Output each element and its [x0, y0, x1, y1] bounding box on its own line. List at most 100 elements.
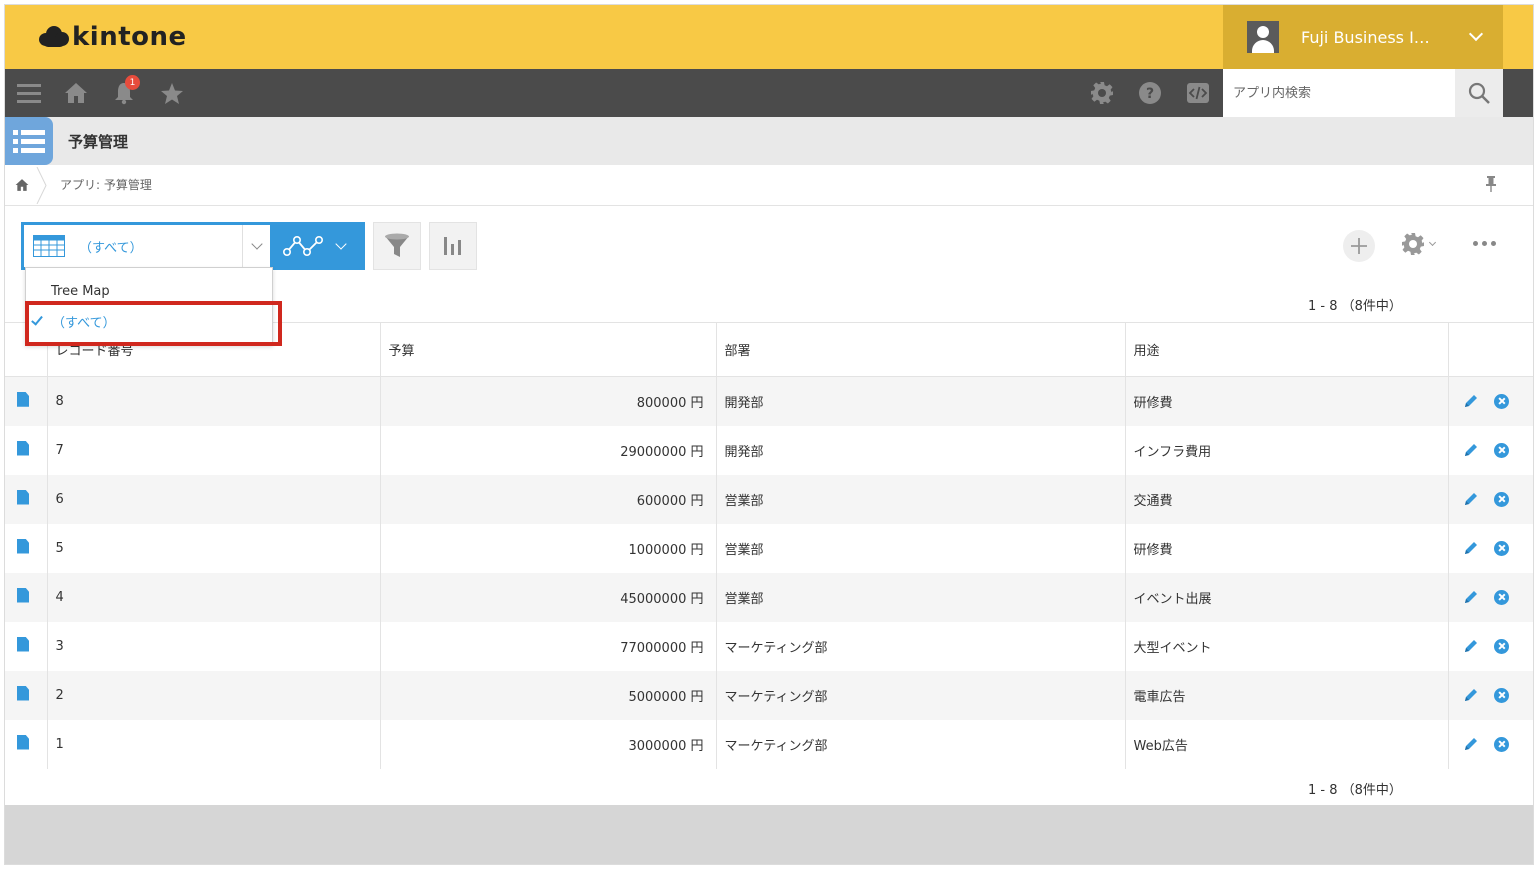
delete-icon[interactable]	[1493, 442, 1509, 458]
gear-icon[interactable]	[1089, 69, 1115, 117]
delete-icon[interactable]	[1493, 393, 1509, 409]
table-row: 2 5000000 円マーケティング部 電車広告	[5, 670, 1533, 720]
record-detail-icon[interactable]	[17, 587, 29, 603]
breadcrumb-home-icon[interactable]	[15, 177, 29, 196]
user-menu-button[interactable]: Fuji Business I…	[1223, 5, 1503, 69]
edit-pencil-icon[interactable]	[1463, 736, 1479, 752]
row-actions-cell	[1448, 523, 1533, 573]
record-number-cell: 3	[47, 621, 381, 671]
pager-top: 1 - 8 （8件中）	[1308, 299, 1402, 314]
app-list-icon[interactable]	[5, 117, 53, 165]
purpose-cell: インフラ費用	[1125, 425, 1449, 475]
delete-icon[interactable]	[1493, 491, 1509, 507]
kintone-logo[interactable]: kintone	[39, 22, 187, 52]
record-detail-icon[interactable]	[17, 440, 29, 456]
more-icon	[1473, 241, 1478, 246]
record-detail-cell[interactable]	[5, 523, 48, 573]
table-row: 8 800000 円開発部 研修費	[5, 376, 1533, 426]
edit-pencil-icon[interactable]	[1463, 638, 1479, 654]
user-name: Fuji Business I…	[1301, 27, 1430, 47]
code-icon[interactable]	[1185, 69, 1211, 117]
column-header-budget[interactable]: 予算	[380, 322, 717, 377]
app-settings-button[interactable]	[1401, 232, 1437, 256]
chevron-down-icon	[1428, 238, 1437, 246]
budget-cell: 800000 円	[380, 376, 717, 426]
column-header-department[interactable]: 部署	[716, 322, 1126, 377]
record-number-cell: 7	[47, 425, 381, 475]
edit-pencil-icon[interactable]	[1463, 491, 1479, 507]
edit-pencil-icon[interactable]	[1463, 589, 1479, 605]
star-icon[interactable]	[159, 69, 185, 117]
view-selector[interactable]: （すべて）	[21, 222, 273, 270]
menu-icon[interactable]	[17, 69, 41, 117]
table-row: 5 1000000 円営業部 研修費	[5, 523, 1533, 573]
chevron-down-icon	[335, 238, 347, 250]
logo-text: kintone	[72, 22, 187, 52]
page-title[interactable]: 予算管理	[68, 131, 128, 152]
row-actions-cell	[1448, 670, 1533, 720]
record-detail-icon[interactable]	[17, 734, 29, 750]
edit-pencil-icon[interactable]	[1463, 687, 1479, 703]
record-detail-icon[interactable]	[17, 538, 29, 554]
edit-pencil-icon[interactable]	[1463, 442, 1479, 458]
view-dropdown-toggle[interactable]	[242, 225, 270, 267]
budget-cell: 29000000 円	[380, 425, 717, 475]
budget-cell: 600000 円	[380, 474, 717, 524]
delete-icon[interactable]	[1493, 589, 1509, 605]
record-detail-cell[interactable]	[5, 572, 48, 622]
record-detail-cell[interactable]	[5, 670, 48, 720]
notification-badge: 1	[125, 75, 140, 90]
record-detail-cell[interactable]	[5, 425, 48, 475]
delete-icon[interactable]	[1493, 540, 1509, 556]
graph-icon	[283, 236, 323, 256]
department-cell: マーケティング部	[716, 670, 1126, 720]
edit-pencil-icon[interactable]	[1463, 393, 1479, 409]
row-actions-cell	[1448, 425, 1533, 475]
record-detail-icon[interactable]	[17, 685, 29, 701]
graph-selector-button[interactable]	[273, 222, 365, 270]
department-cell: 開発部	[716, 425, 1126, 475]
purpose-cell: Web広告	[1125, 719, 1449, 769]
row-actions-cell	[1448, 376, 1533, 426]
table-view-icon	[33, 235, 65, 257]
record-detail-cell[interactable]	[5, 474, 48, 524]
delete-icon[interactable]	[1493, 687, 1509, 703]
pin-icon[interactable]	[1485, 175, 1497, 197]
pager-bottom: 1 - 8 （8件中）	[1308, 783, 1402, 798]
app-search-input[interactable]	[1233, 85, 1443, 101]
delete-icon[interactable]	[1493, 736, 1509, 752]
department-cell: 営業部	[716, 474, 1126, 524]
budget-cell: 1000000 円	[380, 523, 717, 573]
nav-bar: 1 ?	[5, 69, 1533, 117]
row-actions-cell	[1448, 621, 1533, 671]
graph-chart-button[interactable]	[429, 222, 477, 270]
record-detail-icon[interactable]	[17, 636, 29, 652]
table-row: 6 600000 円営業部 交通費	[5, 474, 1533, 524]
app-title-bar: 予算管理	[5, 117, 1533, 165]
budget-cell: 5000000 円	[380, 670, 717, 720]
delete-icon[interactable]	[1493, 638, 1509, 654]
add-record-button[interactable]	[1343, 230, 1375, 262]
search-button[interactable]	[1455, 69, 1503, 117]
breadcrumb-app-link[interactable]: アプリ: 予算管理	[60, 176, 152, 193]
record-detail-cell[interactable]	[5, 719, 48, 769]
record-detail-icon[interactable]	[17, 391, 29, 407]
user-avatar-icon	[1247, 21, 1279, 53]
filter-icon	[385, 233, 409, 257]
record-detail-icon[interactable]	[17, 489, 29, 505]
home-icon[interactable]	[63, 69, 89, 117]
filter-button[interactable]	[373, 222, 421, 270]
help-icon[interactable]: ?	[1137, 69, 1163, 117]
edit-pencil-icon[interactable]	[1463, 540, 1479, 556]
record-detail-cell[interactable]	[5, 621, 48, 671]
more-options-button[interactable]	[1473, 241, 1496, 246]
column-header-purpose[interactable]: 用途	[1125, 322, 1449, 377]
highlight-annotation-box	[25, 301, 282, 346]
svg-text:?: ?	[1146, 86, 1154, 102]
record-detail-cell[interactable]	[5, 376, 48, 426]
table-row: 7 29000000 円開発部 インフラ費用	[5, 425, 1533, 475]
department-cell: 営業部	[716, 523, 1126, 573]
table-row: 4 45000000 円営業部 イベント出展	[5, 572, 1533, 622]
record-number-cell: 2	[47, 670, 381, 720]
chevron-down-icon	[250, 238, 263, 250]
